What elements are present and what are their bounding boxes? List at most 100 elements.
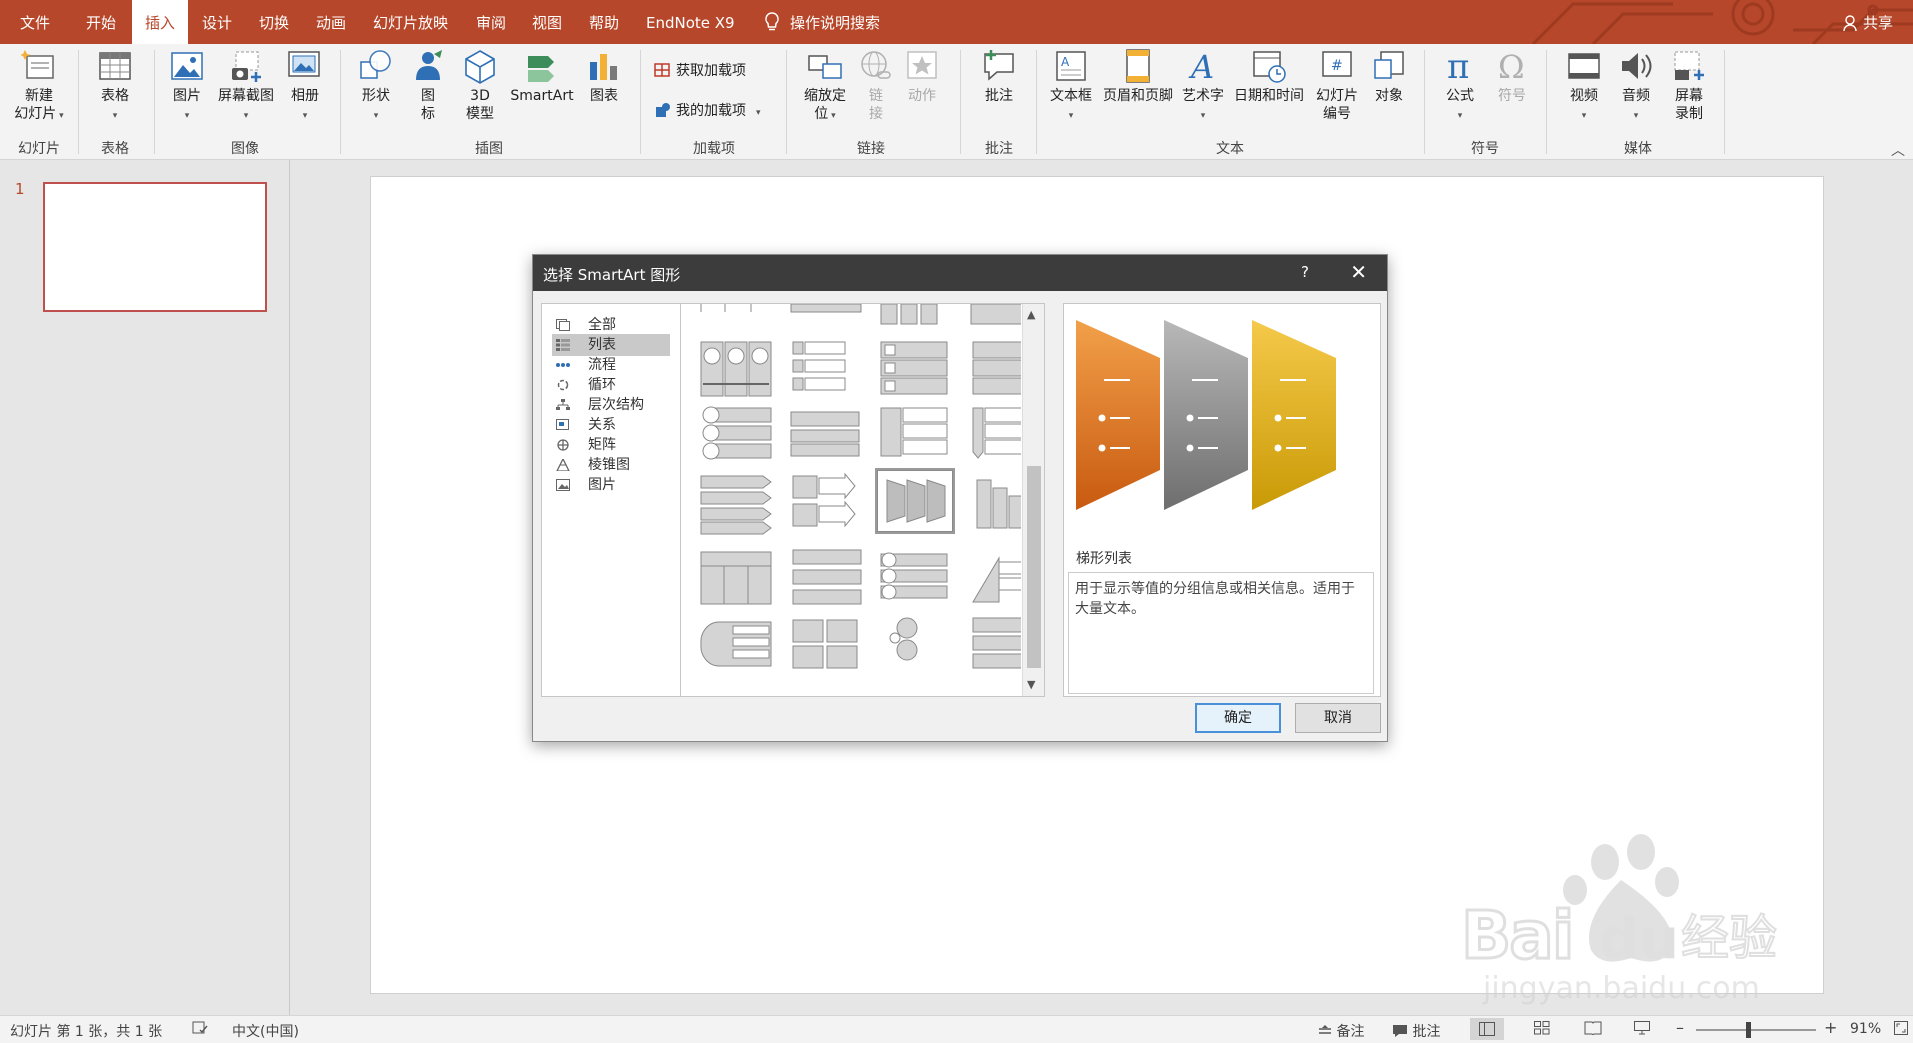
- slideshow-icon: [1634, 1021, 1650, 1035]
- category-process[interactable]: 流程: [552, 354, 670, 376]
- ribbon-separator: [1546, 50, 1547, 154]
- slide-thumbnail[interactable]: [43, 182, 267, 312]
- zoom-label-2: 位: [814, 106, 829, 122]
- tab-review[interactable]: 审阅: [476, 0, 506, 44]
- tab-endnote[interactable]: EndNote X9: [646, 0, 735, 44]
- screenshot-button[interactable]: 屏幕截图 ▾: [212, 48, 280, 125]
- equation-button[interactable]: π 公式 ▾: [1436, 48, 1484, 125]
- object-button[interactable]: 对象: [1366, 48, 1412, 105]
- slideshow-button[interactable]: [1634, 1021, 1650, 1039]
- datetime-button[interactable]: 日期和时间: [1230, 48, 1308, 105]
- tab-animations[interactable]: 动画: [316, 0, 346, 44]
- cancel-button[interactable]: 取消: [1295, 703, 1381, 733]
- category-pyramid[interactable]: 棱锥图: [552, 454, 670, 476]
- icons-button[interactable]: 图 标: [406, 48, 450, 123]
- tell-me-search[interactable]: 操作说明搜索: [764, 0, 880, 44]
- slide-info: 幻灯片 第 1 张，共 1 张: [10, 1024, 163, 1040]
- link-button[interactable]: 链 接: [856, 48, 896, 123]
- shapes-icon: [360, 50, 391, 79]
- group-label-comments: 批注: [985, 141, 1013, 157]
- preview-description: 用于显示等值的分组信息或相关信息。适用于大量文本。: [1068, 572, 1374, 694]
- tab-transitions[interactable]: 切换: [259, 0, 289, 44]
- tab-help[interactable]: 帮助: [589, 0, 619, 44]
- my-addins-button[interactable]: 我的加载项 ▾: [654, 100, 761, 120]
- fit-to-window-button[interactable]: [1894, 1021, 1908, 1039]
- category-label: 层次结构: [588, 397, 644, 413]
- picture-button[interactable]: 图片 ▾: [164, 48, 210, 125]
- svg-text:#: #: [1331, 58, 1343, 74]
- zoom-in-button[interactable]: +: [1824, 1018, 1837, 1037]
- table-button[interactable]: 表格 ▾: [90, 48, 140, 125]
- action-button[interactable]: 动作: [900, 48, 944, 105]
- ribbon-separator: [154, 50, 155, 154]
- category-picture[interactable]: 图片: [552, 474, 670, 496]
- group-label-addins: 加载项: [693, 141, 735, 157]
- category-matrix[interactable]: 矩阵: [552, 434, 670, 456]
- ribbon-separator: [960, 50, 961, 154]
- slide-sorter-button[interactable]: [1534, 1021, 1550, 1039]
- category-label: 全部: [588, 317, 616, 333]
- object-label: 对象: [1375, 88, 1403, 104]
- tab-insert[interactable]: 插入: [132, 0, 188, 44]
- ribbon-separator: [786, 50, 787, 154]
- scroll-up-icon[interactable]: ▲: [1027, 308, 1035, 321]
- ribbon-tab-bar: 文件 开始 插入 设计 切换 动画 幻灯片放映 审阅 视图 帮助 EndNote…: [0, 0, 1913, 44]
- tab-view[interactable]: 视图: [532, 0, 562, 44]
- zoom-button[interactable]: 缩放定 位 ▾: [796, 48, 854, 125]
- textbox-button[interactable]: A 文本框 ▾: [1046, 48, 1096, 125]
- new-slide-button[interactable]: 新建 幻灯片 ▾: [10, 48, 68, 125]
- ok-button[interactable]: 确定: [1195, 703, 1281, 733]
- zoom-out-button[interactable]: –: [1676, 1018, 1684, 1037]
- zoom-slider-track[interactable]: [1696, 1029, 1816, 1031]
- album-button[interactable]: 相册 ▾: [282, 48, 328, 125]
- category-list-item[interactable]: 列表: [552, 334, 670, 356]
- spellcheck-icon[interactable]: [192, 1021, 208, 1039]
- category-hierarchy[interactable]: 层次结构: [552, 394, 670, 416]
- symbol-button[interactable]: Ω 符号: [1490, 48, 1534, 105]
- screen-record-button[interactable]: 屏幕 录制: [1664, 48, 1714, 123]
- reading-view-button[interactable]: [1584, 1021, 1602, 1039]
- video-button[interactable]: 视频 ▾: [1562, 48, 1606, 125]
- table-label: 表格: [101, 88, 129, 104]
- header-footer-icon: [1126, 49, 1150, 83]
- audio-button[interactable]: 音频 ▾: [1614, 48, 1658, 125]
- share-button[interactable]: 共享: [1843, 0, 1893, 44]
- comment-button[interactable]: 批注: [976, 48, 1022, 105]
- close-icon[interactable]: ✕: [1350, 260, 1367, 284]
- get-addins-button[interactable]: 获取加载项: [654, 60, 746, 80]
- group-label-illustrations: 插图: [475, 141, 503, 157]
- category-label: 关系: [588, 417, 616, 433]
- chart-button[interactable]: 图表: [582, 48, 626, 105]
- wordart-button[interactable]: A 艺术字 ▾: [1180, 48, 1226, 125]
- category-relationship[interactable]: 关系: [552, 414, 670, 436]
- notes-button[interactable]: 备注: [1318, 1021, 1364, 1041]
- slide-number-button[interactable]: # 幻灯片 编号: [1310, 48, 1364, 123]
- 3d-model-button[interactable]: 3D 模型: [456, 48, 504, 123]
- matrix-icon: [557, 439, 569, 451]
- normal-view-button[interactable]: [1470, 1018, 1504, 1040]
- comments-button[interactable]: 批注: [1392, 1021, 1440, 1041]
- cycle-icon: [557, 379, 569, 391]
- category-cycle[interactable]: 循环: [552, 374, 670, 396]
- zoom-level[interactable]: 91%: [1850, 1021, 1881, 1037]
- scrollbar-thumb[interactable]: [1027, 466, 1041, 668]
- tab-slideshow[interactable]: 幻灯片放映: [373, 0, 448, 44]
- collapse-ribbon-icon[interactable]: ︿: [1891, 140, 1905, 160]
- scroll-down-icon[interactable]: ▼: [1027, 678, 1035, 691]
- category-all[interactable]: 全部: [552, 314, 670, 336]
- tab-home[interactable]: 开始: [86, 0, 116, 44]
- language[interactable]: 中文(中国): [232, 1021, 299, 1041]
- header-footer-button[interactable]: 页眉和页脚: [1098, 48, 1178, 105]
- ribbon: 新建 幻灯片 ▾ 幻灯片 表格 ▾ 表格 图片 ▾ 屏幕截图 ▾ 相册 ▾ 图像…: [0, 44, 1913, 160]
- help-button[interactable]: ?: [1301, 263, 1309, 281]
- layout-trapezoid-list[interactable]: [875, 468, 955, 534]
- shapes-button[interactable]: 形状 ▾: [352, 48, 400, 125]
- star-action-icon: [907, 51, 937, 79]
- comment-icon: [984, 50, 1014, 81]
- smartart-button[interactable]: SmartArt: [506, 48, 578, 105]
- notes-label: 备注: [1336, 1024, 1365, 1040]
- tab-design[interactable]: 设计: [202, 0, 232, 44]
- gallery-scrollbar[interactable]: ▲ ▼: [1022, 304, 1044, 696]
- tab-file[interactable]: 文件: [20, 0, 50, 44]
- zoom-slider-thumb[interactable]: [1746, 1022, 1751, 1038]
